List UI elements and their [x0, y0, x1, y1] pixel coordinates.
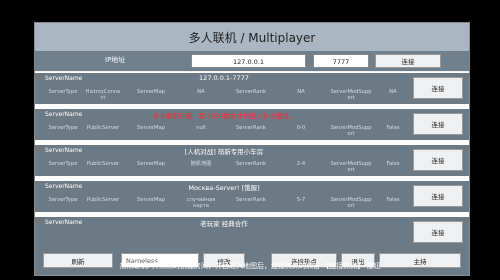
server-cell: ServerModSupp ort	[330, 161, 372, 173]
ip-address-bar: IP地址 127.0.0.1 7777 连接	[35, 51, 469, 71]
server-cell: ServerRank	[236, 125, 266, 131]
ip-address-label: IP地址	[105, 56, 126, 64]
server-cell: ServerModSupp ort	[330, 197, 372, 209]
server-cell: NA	[197, 89, 205, 95]
server-cell: ServerMap	[137, 197, 165, 203]
server-cell: PublicServer	[86, 125, 120, 131]
server-cell: NA	[297, 89, 305, 95]
server-name: 老玩家 经典合作	[200, 220, 248, 228]
server-cell: ServerRank	[236, 197, 266, 203]
server-cell: случайная карта	[186, 197, 216, 209]
server-name: [人机对战] 萌新专用小车房	[184, 148, 264, 156]
server-cell: False	[386, 161, 400, 167]
server-cell: NA	[389, 89, 397, 95]
join-server-button[interactable]: 连接	[413, 185, 463, 207]
server-cell: ServerModSupp ort	[330, 89, 372, 101]
port-input[interactable]: 7777	[313, 54, 369, 68]
server-cell: ServerModSupp ort	[330, 125, 372, 137]
server-cell: ServerRank	[236, 89, 266, 95]
connect-ip-button[interactable]: 连接	[375, 54, 441, 68]
join-server-button[interactable]: 连接	[413, 77, 463, 99]
server-row[interactable]: ServerName [人机对战] 萌新专用小车房 ServerType Public…	[35, 144, 469, 176]
server-cell: 5-7	[296, 197, 306, 203]
join-server-button[interactable]: 连接	[413, 149, 463, 171]
server-cell: False	[386, 197, 400, 203]
server-cell: 随机地图	[190, 161, 212, 167]
ip-address-input[interactable]: 127.0.0.1	[191, 54, 306, 68]
server-list[interactable]: ServerName 127.0.0.1-7777 ServerType Histro…	[35, 72, 469, 244]
server-row[interactable]: ServerName 127.0.0.1-7777 ServerType Histro…	[35, 72, 469, 104]
server-row[interactable]: ServerName Москва-Server! [饿服] ServerType P…	[35, 180, 469, 212]
server-cell: PublicServer	[86, 197, 120, 203]
server-name: Москва-Server! [饿服]	[188, 184, 260, 192]
join-server-button[interactable]: 连接	[413, 221, 463, 243]
server-cell: ServerType	[48, 197, 78, 203]
join-server-button[interactable]: 连接	[413, 113, 463, 135]
server-cell: ServerMap	[137, 125, 165, 131]
server-cell: ServerType	[48, 125, 78, 131]
server-row[interactable]: ServerName 多人联机升级，需 2023版本才可进入多人模式。 Server…	[35, 108, 469, 140]
server-cell: ServerType	[48, 161, 78, 167]
server-name: 127.0.0.1-7777	[199, 74, 249, 82]
server-cell: 0-0	[296, 125, 306, 131]
server-cell: null	[196, 125, 206, 131]
server-cell: ServerMap	[137, 89, 165, 95]
server-cell: HistroyConne ct	[85, 89, 121, 101]
server-row[interactable]: ServerName 老玩家 经典合作 连接	[35, 216, 469, 244]
multiplayer-window: 多人联机 / Multiplayer IP地址 127.0.0.1 7777 连…	[34, 22, 470, 276]
server-cell: 2-4	[296, 161, 306, 167]
server-cell: ServerMap	[137, 161, 165, 167]
hotspot-hint-text: 热点联机: 开热点的创建房间，并且进入地图后，连接热点的点击 【连接热点】 按钮	[119, 262, 381, 270]
server-cell: ServerType	[48, 89, 78, 95]
window-title: 多人联机 / Multiplayer	[35, 23, 469, 51]
server-cell: PublicServer	[86, 161, 120, 167]
server-cell: ServerRank	[236, 161, 266, 167]
server-cell: False	[386, 125, 400, 131]
server-name: 多人联机升级，需 2023版本才可进入多人模式。	[152, 112, 296, 120]
